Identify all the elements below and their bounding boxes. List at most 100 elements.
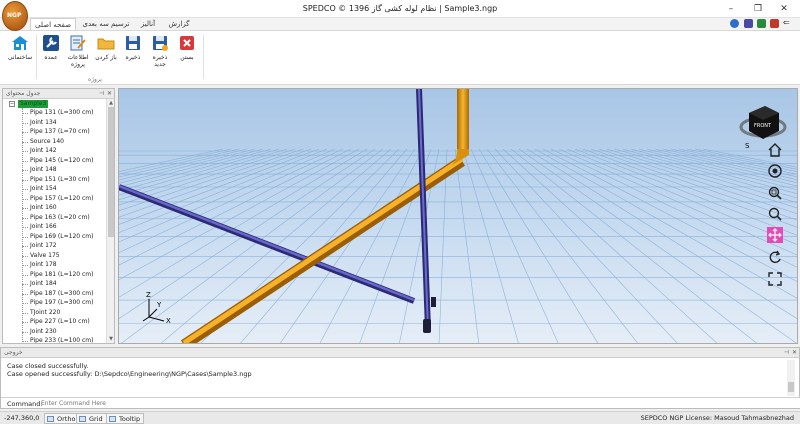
save-new-button-label: ذخیره جدید [152,54,168,68]
fit-extents-icon[interactable] [767,271,783,287]
tree-item[interactable]: Pipe 163 (L=20 cm) [3,213,107,223]
tree-item[interactable]: Pipe 151 (L=30 cm) [3,175,107,185]
output-log: Case closed successfully. Case opened su… [7,362,252,378]
settings-icon[interactable] [757,19,766,28]
tree-root-node[interactable]: − Sample3 [3,99,107,108]
rotate-icon[interactable] [767,249,783,265]
tree-item[interactable]: Valve 175 [3,251,107,261]
pin-icon[interactable]: ⊣ [784,348,789,358]
tree-item[interactable]: Pipe 137 (L=70 cm) [3,127,107,137]
minimize-button[interactable]: – [723,3,739,15]
info-icon[interactable] [730,19,739,28]
save-as-icon [153,36,168,51]
axis-y-label: Y [156,301,162,309]
tree-root-label[interactable]: Sample3 [18,100,49,108]
command-input[interactable] [41,399,781,408]
tree-item[interactable]: Joint 166 [3,222,107,232]
viewport-scene[interactable]: Z X Y FRONT S [119,89,798,344]
open-button[interactable]: باز کردن [93,34,119,61]
3d-viewport[interactable]: Z X Y FRONT S [118,88,798,344]
ribbon-group-label: پروژه [88,76,102,83]
tab-report[interactable]: گزارش [164,18,194,30]
ribbon-separator [36,35,37,79]
tree-item[interactable]: Joint 148 [3,165,107,175]
tree-item[interactable]: Pipe 181 (L=120 cm) [3,270,107,280]
scroll-thumb[interactable] [788,382,794,392]
compass-label: S [745,142,750,150]
app-logo[interactable]: NGP [2,1,28,31]
ortho-toggle[interactable]: Ortho [44,413,80,424]
maximize-button[interactable]: ❐ [750,3,766,15]
close-project-icon [180,36,194,50]
tree-item[interactable]: Source 140 [3,137,107,147]
panel-close-icon[interactable]: ✕ [107,89,112,99]
command-bar: Command: [1,397,800,408]
scroll-thumb[interactable] [108,107,114,237]
save-button-label: ذخیره [125,54,141,61]
edit-document-icon [70,35,86,51]
tree-item[interactable]: Joint 142 [3,146,107,156]
tree-item[interactable]: Joint 172 [3,241,107,251]
tree-item[interactable]: Pipe 131 (L=300 cm) [3,108,107,118]
save-button[interactable]: ذخیره [120,34,146,61]
tree-item[interactable]: Pipe 169 (L=120 cm) [3,232,107,242]
help-icon[interactable] [744,19,753,28]
exit-icon[interactable] [770,19,779,28]
ribbon-right-icons: ⇐ [730,19,796,29]
pan-icon[interactable] [767,227,783,243]
scroll-down-icon[interactable]: ▼ [107,335,115,343]
tree-item[interactable]: Joint 230 [3,327,107,337]
output-line: Case opened successfully: D:\Sepdco\Engi… [7,370,252,378]
tooltip-toggle[interactable]: Tooltip [106,413,145,424]
tree-item[interactable]: Pipe 233 (L=100 cm) [3,336,107,343]
panel-close-icon[interactable]: ✕ [792,348,797,358]
tab-3d-drawing[interactable]: ترسیم سه بعدی [80,18,132,30]
tree-item[interactable]: Joint 134 [3,118,107,128]
tab-home[interactable]: صفحه اصلی [30,18,76,30]
back-arrow-icon[interactable]: ⇐ [783,19,792,28]
tree-item[interactable]: Pipe 145 (L=120 cm) [3,156,107,166]
open-button-label: باز کردن [95,54,117,61]
close-button[interactable]: ✕ [776,3,792,15]
axis-z-label: Z [146,291,151,299]
orange-pipe-vertical[interactable] [457,89,469,155]
close-project-button-label: بستن [180,54,194,61]
model-tree-title: جدول محتوای [6,90,41,97]
close-project-button[interactable]: بستن [174,34,200,61]
navigation-toolbar [767,89,795,343]
tree-item[interactable]: Pipe 227 (L=10 cm) [3,317,107,327]
orbit-icon[interactable] [767,163,783,179]
valve[interactable] [431,297,436,307]
building-button[interactable]: ساختمانی [3,34,37,61]
grid-icon [79,416,86,422]
pin-icon[interactable]: ⊣ [99,89,104,99]
tree-item[interactable]: Pipe 187 (L=300 cm) [3,289,107,299]
save-new-button[interactable]: ذخیره جدید [147,34,173,68]
output-line: Case closed successfully. [7,362,89,370]
save-icon [126,36,140,50]
collapse-icon[interactable]: − [9,101,15,107]
tree-scrollbar[interactable]: ▲ ▼ [106,99,114,343]
tree-item[interactable]: TJoint 220 [3,308,107,318]
tree-item[interactable]: Pipe 157 (L=120 cm) [3,194,107,204]
project-info-button-label: اطلاعات پروژه [67,54,89,68]
main-button[interactable]: عمده [38,34,64,61]
tab-analysis[interactable]: آنالیز [134,18,162,30]
output-scrollbar[interactable] [787,360,795,396]
zoom-icon[interactable] [767,206,783,222]
scroll-up-icon[interactable]: ▲ [107,99,115,107]
model-tree-header: جدول محتوای ⊣ ✕ [3,89,114,99]
project-info-button[interactable]: اطلاعات پروژه [64,34,92,68]
tree-item[interactable]: Joint 178 [3,260,107,270]
output-panel: خروجی ⊣ ✕ Case closed successfully. Case… [0,347,800,409]
tree-item[interactable]: Joint 154 [3,184,107,194]
grid-toggle[interactable]: Grid [76,413,107,424]
zoom-window-icon[interactable] [767,185,783,201]
tree-item[interactable]: Joint 160 [3,203,107,213]
home-icon[interactable] [767,142,783,158]
main-button-label: عمده [44,54,58,61]
tree-item[interactable]: Joint 184 [3,279,107,289]
window-title: SPEDCO © 1396 نظام لوله کشی گاز | Sample… [302,4,498,13]
tree-item[interactable]: Pipe 197 (L=300 cm) [3,298,107,308]
pipe-end-cap[interactable] [423,319,431,333]
